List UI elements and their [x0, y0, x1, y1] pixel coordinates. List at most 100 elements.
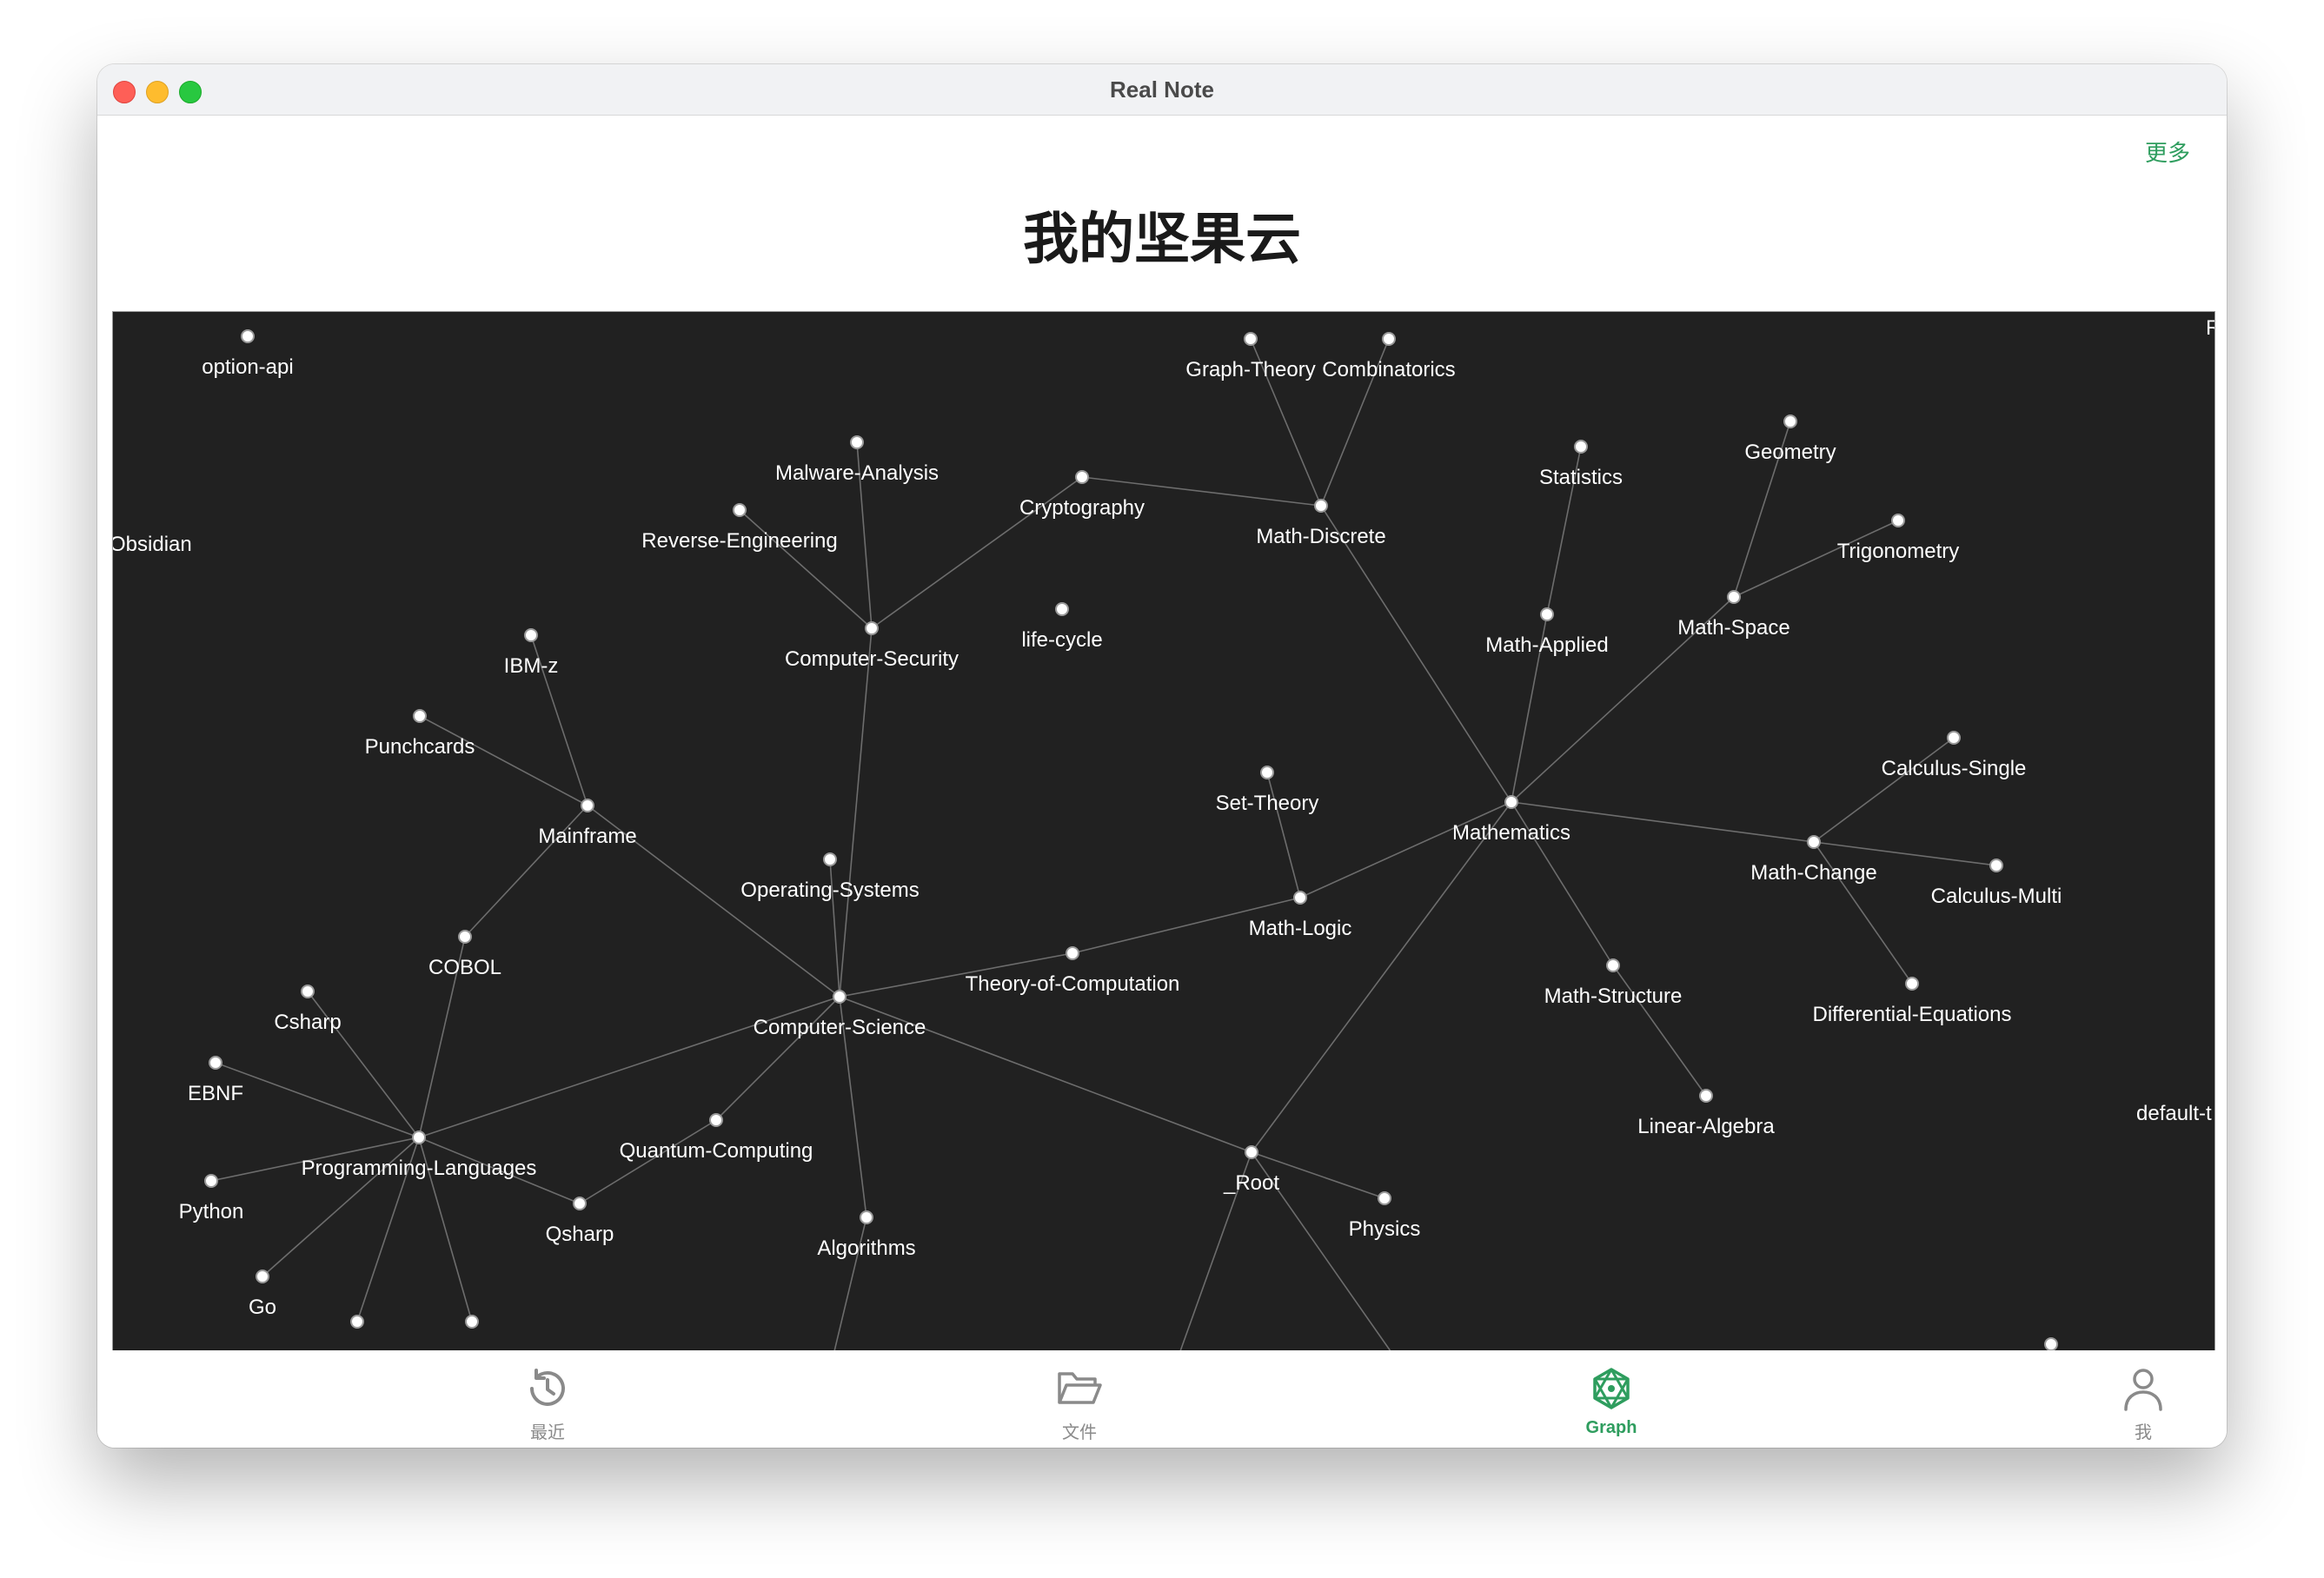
graph-node[interactable]	[1783, 414, 1797, 428]
graph-node-label[interactable]: Algorithms	[817, 1237, 915, 1260]
graph-node[interactable]	[850, 435, 864, 449]
window-title: Real Note	[1110, 76, 1214, 103]
graph-node[interactable]	[524, 628, 538, 642]
graph-node-label[interactable]: Qsharp	[546, 1223, 614, 1246]
page-title: 我的坚果云	[1023, 207, 1301, 272]
graph-node-label[interactable]: Reverse-Engineering	[641, 529, 837, 553]
graph-node-label[interactable]: Combinatorics	[1322, 358, 1455, 381]
graph-node-label[interactable]: Graph-Theory	[1185, 358, 1315, 381]
graph-node[interactable]	[1055, 602, 1069, 616]
graph-node-label[interactable]: Linear-Algebra	[1637, 1115, 1775, 1138]
graph-node[interactable]	[256, 1270, 269, 1283]
graph-node-label[interactable]: Computer-Science	[754, 1016, 926, 1039]
graph-node-label[interactable]: Quantum-Computing	[620, 1139, 813, 1163]
graph-node[interactable]	[833, 990, 847, 1004]
graph-node-label[interactable]: EBNF	[188, 1082, 243, 1105]
graph-node-label[interactable]: COBOL	[428, 956, 501, 979]
graph-node[interactable]	[1504, 795, 1518, 809]
graph-node-label[interactable]: Theory-of-Computation	[966, 972, 1180, 996]
graph-node-label[interactable]: Calculus-Multi	[1931, 885, 2062, 908]
graph-node-label[interactable]: READM	[2206, 316, 2214, 340]
graph-node-label[interactable]: Mathematics	[1452, 821, 1570, 845]
graph-node-label[interactable]: _Root	[1223, 1171, 1279, 1195]
graph-node[interactable]	[1245, 1145, 1258, 1159]
graph-node[interactable]	[2044, 1337, 2058, 1351]
graph-node[interactable]	[865, 621, 879, 635]
person-icon	[2124, 1369, 2162, 1411]
graph-node[interactable]	[241, 329, 255, 343]
graph-node-label[interactable]: default-t	[2136, 1102, 2212, 1125]
graph-node-label[interactable]: Math-Logic	[1249, 917, 1352, 940]
title-bar[interactable]: Real Note	[97, 64, 2227, 116]
graph-node[interactable]	[413, 709, 427, 723]
graph-node[interactable]	[1947, 731, 1961, 745]
graph-node-label[interactable]: Programming-Languages	[302, 1157, 537, 1180]
graph-node[interactable]	[1574, 440, 1588, 454]
graph-node[interactable]	[1293, 891, 1307, 905]
graph-node-label[interactable]: Math-Space	[1677, 616, 1789, 640]
graph-node-label[interactable]: Python	[179, 1200, 244, 1223]
graph-node-label[interactable]: Punchcards	[365, 735, 475, 759]
graph-node[interactable]	[1905, 977, 1919, 991]
graph-node-label[interactable]: IBM-z	[504, 654, 559, 678]
tab-recent-label: 最近	[530, 1423, 565, 1442]
graph-node[interactable]	[1066, 946, 1079, 960]
graph-node[interactable]	[1807, 835, 1821, 849]
graph-node-label[interactable]: Malware-Analysis	[775, 461, 939, 485]
graph-node-label[interactable]: Statistics	[1539, 466, 1623, 489]
graph-node[interactable]	[733, 503, 747, 517]
graph-node-label[interactable]: Differential-Equations	[1812, 1003, 2011, 1026]
graph-node-label[interactable]: Set-Theory	[1216, 792, 1319, 815]
graph-node[interactable]	[1244, 332, 1258, 346]
graph-node[interactable]	[860, 1210, 873, 1224]
tab-files[interactable]: 文件	[993, 1350, 1166, 1448]
graph-node-label[interactable]: option-api	[202, 355, 293, 379]
graph-edge	[1813, 737, 1955, 843]
graph-node[interactable]	[581, 799, 594, 812]
more-link[interactable]: 更多	[2145, 136, 2190, 168]
graph-node-label[interactable]: Go	[249, 1296, 276, 1319]
tab-recent[interactable]: 最近	[461, 1350, 634, 1448]
graph-node[interactable]	[412, 1130, 426, 1144]
graph-node-label[interactable]: Csharp	[274, 1011, 341, 1034]
graph-node[interactable]	[709, 1113, 723, 1127]
graph-node-label[interactable]: Geometry	[1744, 441, 1836, 464]
graph-node[interactable]	[1260, 766, 1274, 779]
graph-node-label[interactable]: Cryptography	[1019, 496, 1145, 520]
graph-node-label[interactable]: Obsidian	[113, 533, 192, 556]
graph-node[interactable]	[204, 1174, 218, 1188]
graph-node-label[interactable]: Math-Change	[1750, 861, 1876, 885]
graph-node[interactable]	[458, 930, 472, 944]
graph-node-label[interactable]: Trigonometry	[1837, 540, 1959, 563]
tab-me[interactable]: 我	[2056, 1350, 2227, 1448]
graph-node[interactable]	[209, 1056, 222, 1070]
graph-node[interactable]	[573, 1197, 587, 1210]
graph-node[interactable]	[1891, 514, 1905, 527]
graph-node-label[interactable]: Computer-Security	[785, 647, 959, 671]
graph-node-label[interactable]: Physics	[1349, 1217, 1421, 1241]
graph-node[interactable]	[1075, 470, 1089, 484]
graph-node[interactable]	[1378, 1191, 1391, 1205]
graph-node[interactable]	[1540, 607, 1554, 621]
graph-node-label[interactable]: Math-Discrete	[1256, 525, 1385, 548]
graph-node[interactable]	[823, 852, 837, 866]
graph-node[interactable]	[1989, 859, 2003, 872]
graph-node[interactable]	[1606, 958, 1620, 972]
graph-node[interactable]	[350, 1315, 364, 1329]
graph-node[interactable]	[1699, 1089, 1713, 1103]
graph-node[interactable]	[1727, 590, 1741, 604]
graph-node[interactable]	[1314, 499, 1328, 513]
graph-nodes[interactable]: option-api Graph-Theory Combinatorics READM…	[113, 316, 2214, 1351]
graph-node[interactable]	[301, 985, 315, 998]
graph-node-label[interactable]: Math-Structure	[1544, 985, 1683, 1008]
graph-node-label[interactable]: Operating-Systems	[740, 879, 919, 902]
graph-node-label[interactable]: Mainframe	[538, 825, 636, 848]
graph-canvas[interactable]: option-api Graph-Theory Combinatorics READM…	[113, 312, 2214, 1351]
graph-view[interactable]: option-api Graph-Theory Combinatorics READM…	[112, 311, 2215, 1352]
graph-node-label[interactable]: life-cycle	[1021, 628, 1102, 652]
tab-graph[interactable]: Graph	[1524, 1350, 1698, 1448]
graph-node-label[interactable]: Math-Applied	[1485, 633, 1608, 657]
graph-node[interactable]	[465, 1315, 479, 1329]
graph-node[interactable]	[1382, 332, 1396, 346]
graph-node-label[interactable]: Calculus-Single	[1882, 757, 2027, 780]
